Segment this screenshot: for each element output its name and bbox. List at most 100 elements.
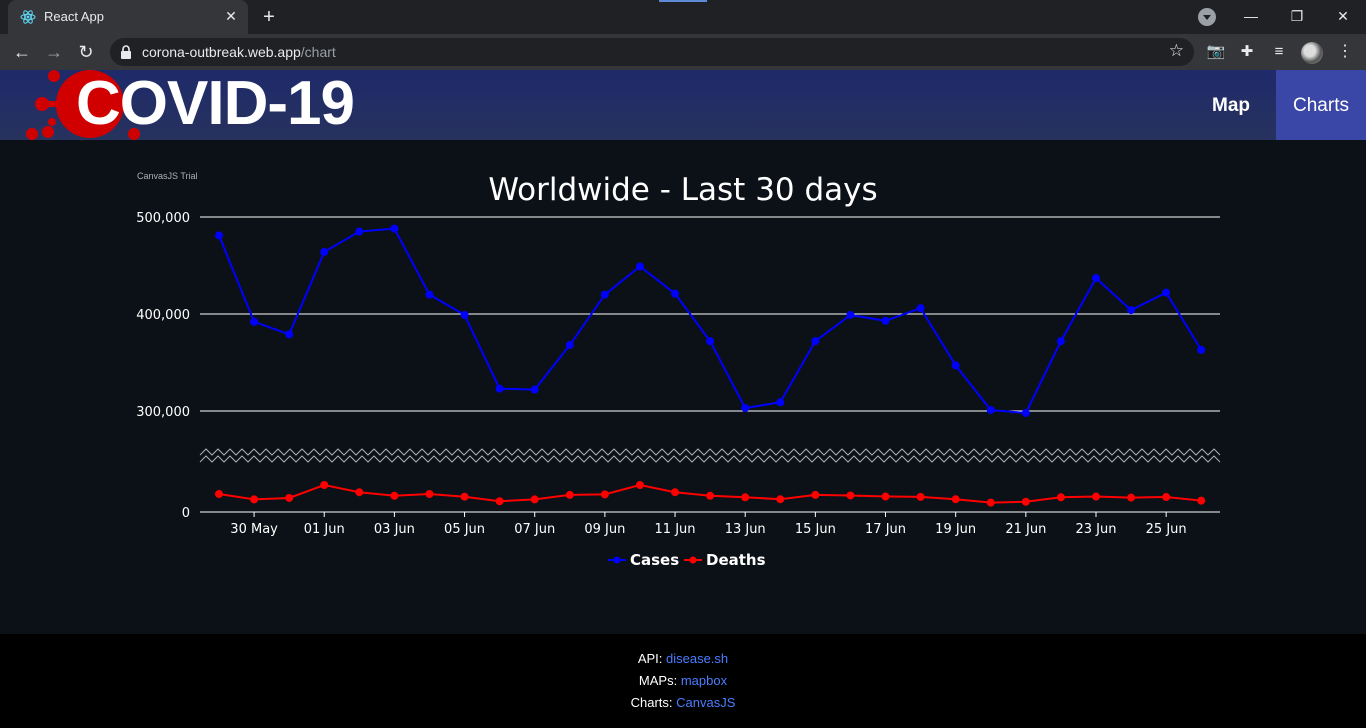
cases-data-point[interactable] bbox=[425, 290, 434, 299]
forward-icon[interactable]: → bbox=[42, 40, 66, 64]
deaths-data-point[interactable] bbox=[1197, 496, 1206, 505]
cases-data-point[interactable] bbox=[1056, 337, 1065, 346]
cases-data-point[interactable] bbox=[250, 317, 259, 326]
cases-data-point[interactable] bbox=[1197, 345, 1206, 354]
profile-avatar[interactable] bbox=[1301, 42, 1323, 64]
deaths-data-point[interactable] bbox=[1056, 493, 1065, 502]
deaths-data-point[interactable] bbox=[776, 495, 785, 504]
cases-data-point[interactable] bbox=[320, 247, 329, 256]
deaths-data-point[interactable] bbox=[1127, 493, 1136, 502]
deaths-data-point[interactable] bbox=[741, 493, 750, 502]
app-header: COVID-19 Map Charts bbox=[0, 70, 1366, 140]
cases-data-point[interactable] bbox=[635, 262, 644, 271]
worldwide-line-chart: Worldwide - Last 30 days 500,000 400,000 3… bbox=[136, 172, 1221, 569]
y-tick-label: 300,000 bbox=[136, 405, 190, 420]
footer-charts-link[interactable]: CanvasJS bbox=[676, 695, 735, 710]
extensions-puzzle-icon[interactable]: ✚ bbox=[1237, 42, 1257, 62]
bookmark-star-icon[interactable]: ☆ bbox=[1169, 41, 1184, 61]
cases-data-point[interactable] bbox=[600, 290, 609, 299]
y-tick-label: 0 bbox=[182, 506, 190, 521]
browser-toolbar: ← → ↻ corona-outbreak.web.app/chart ☆ 📷 … bbox=[0, 34, 1366, 70]
deaths-data-point[interactable] bbox=[565, 490, 574, 499]
cases-data-point[interactable] bbox=[530, 385, 539, 394]
cases-data-point[interactable] bbox=[741, 404, 750, 413]
deaths-data-point[interactable] bbox=[425, 490, 434, 498]
deaths-data-point[interactable] bbox=[355, 488, 364, 497]
legend-item-deaths[interactable]: Deaths bbox=[706, 551, 766, 569]
footer-charts-label: Charts: bbox=[630, 695, 673, 710]
footer-maps-link[interactable]: mapbox bbox=[681, 673, 727, 688]
deaths-data-point[interactable] bbox=[530, 495, 539, 504]
cases-data-point[interactable] bbox=[565, 341, 574, 350]
x-tick-label: 15 Jun bbox=[795, 522, 836, 537]
deaths-data-point[interactable] bbox=[600, 490, 609, 499]
cases-data-point[interactable] bbox=[881, 316, 890, 325]
nav-charts-link[interactable]: Charts bbox=[1276, 70, 1366, 140]
deaths-data-point[interactable] bbox=[986, 498, 995, 507]
browser-tab[interactable]: React App ✕ bbox=[8, 0, 248, 34]
cases-data-point[interactable] bbox=[355, 227, 364, 236]
footer-charts-row: Charts: CanvasJS bbox=[0, 695, 1366, 710]
tab-search-icon[interactable] bbox=[1198, 8, 1216, 26]
cases-data-point[interactable] bbox=[460, 310, 469, 319]
deaths-data-point[interactable] bbox=[285, 493, 294, 502]
reload-icon[interactable]: ↻ bbox=[74, 40, 98, 64]
chart-container: CanvasJS Trial Worldwide - Last 30 days … bbox=[0, 140, 1366, 634]
x-tick-label: 05 Jun bbox=[444, 522, 485, 537]
deaths-data-point[interactable] bbox=[635, 481, 644, 489]
legend-item-cases[interactable]: Cases bbox=[630, 551, 679, 569]
address-bar[interactable]: corona-outbreak.web.app/chart ☆ bbox=[110, 38, 1194, 66]
legend-marker-dot bbox=[613, 556, 621, 564]
deaths-data-point[interactable] bbox=[811, 490, 820, 499]
lock-icon bbox=[121, 45, 131, 59]
cases-data-point[interactable] bbox=[951, 361, 960, 370]
cases-data-point[interactable] bbox=[1021, 408, 1030, 417]
deaths-data-point[interactable] bbox=[320, 481, 329, 489]
chart-title: Worldwide - Last 30 days bbox=[488, 172, 877, 208]
page-footer: API: disease.sh MAPs: mapbox Charts: Can… bbox=[0, 634, 1366, 728]
minimize-icon[interactable]: — bbox=[1228, 0, 1274, 32]
footer-api-label: API: bbox=[637, 651, 663, 666]
back-icon[interactable]: ← bbox=[10, 40, 34, 64]
footer-maps-row: MAPs: mapbox bbox=[0, 673, 1366, 688]
deaths-data-point[interactable] bbox=[495, 497, 504, 506]
deaths-data-point[interactable] bbox=[706, 491, 715, 500]
deaths-data-point[interactable] bbox=[846, 491, 855, 500]
close-window-icon[interactable]: ✕ bbox=[1320, 0, 1366, 32]
cases-data-point[interactable] bbox=[390, 224, 399, 233]
new-tab-button[interactable]: + bbox=[258, 6, 280, 28]
cases-data-point[interactable] bbox=[1092, 274, 1100, 283]
deaths-data-point[interactable] bbox=[951, 495, 960, 504]
footer-api-row: API: disease.sh bbox=[0, 651, 1366, 666]
media-queue-icon[interactable]: ≡ bbox=[1269, 42, 1289, 62]
deaths-data-point[interactable] bbox=[460, 492, 469, 501]
cases-data-point[interactable] bbox=[1162, 288, 1171, 297]
cases-data-point[interactable] bbox=[846, 310, 855, 319]
deaths-data-point[interactable] bbox=[881, 492, 890, 501]
close-tab-icon[interactable]: ✕ bbox=[222, 7, 240, 25]
cases-data-point[interactable] bbox=[1127, 306, 1136, 315]
restore-icon[interactable]: ❐ bbox=[1274, 0, 1320, 32]
deaths-data-point[interactable] bbox=[390, 491, 399, 500]
browser-menu-icon[interactable]: ⋮ bbox=[1337, 42, 1353, 62]
cases-data-point[interactable] bbox=[495, 384, 504, 393]
deaths-data-point[interactable] bbox=[1021, 497, 1030, 506]
cases-data-point[interactable] bbox=[671, 289, 680, 298]
cases-data-point[interactable] bbox=[706, 337, 715, 346]
cases-data-point[interactable] bbox=[811, 337, 820, 346]
deaths-data-point[interactable] bbox=[671, 488, 680, 497]
cases-data-point[interactable] bbox=[916, 304, 925, 313]
deaths-data-point[interactable] bbox=[1092, 492, 1100, 501]
deaths-data-point[interactable] bbox=[916, 492, 925, 501]
camera-icon[interactable]: 📷 bbox=[1206, 42, 1226, 62]
cases-data-point[interactable] bbox=[285, 330, 294, 339]
x-tick-label: 30 May bbox=[230, 522, 278, 537]
deaths-data-point[interactable] bbox=[1162, 493, 1171, 502]
footer-api-link[interactable]: disease.sh bbox=[666, 651, 728, 666]
cases-data-point[interactable] bbox=[986, 406, 995, 415]
deaths-data-point[interactable] bbox=[250, 495, 259, 504]
cases-data-point[interactable] bbox=[215, 231, 223, 240]
deaths-data-point[interactable] bbox=[215, 490, 223, 498]
nav-map-link[interactable]: Map bbox=[1190, 70, 1272, 140]
cases-data-point[interactable] bbox=[776, 398, 785, 407]
